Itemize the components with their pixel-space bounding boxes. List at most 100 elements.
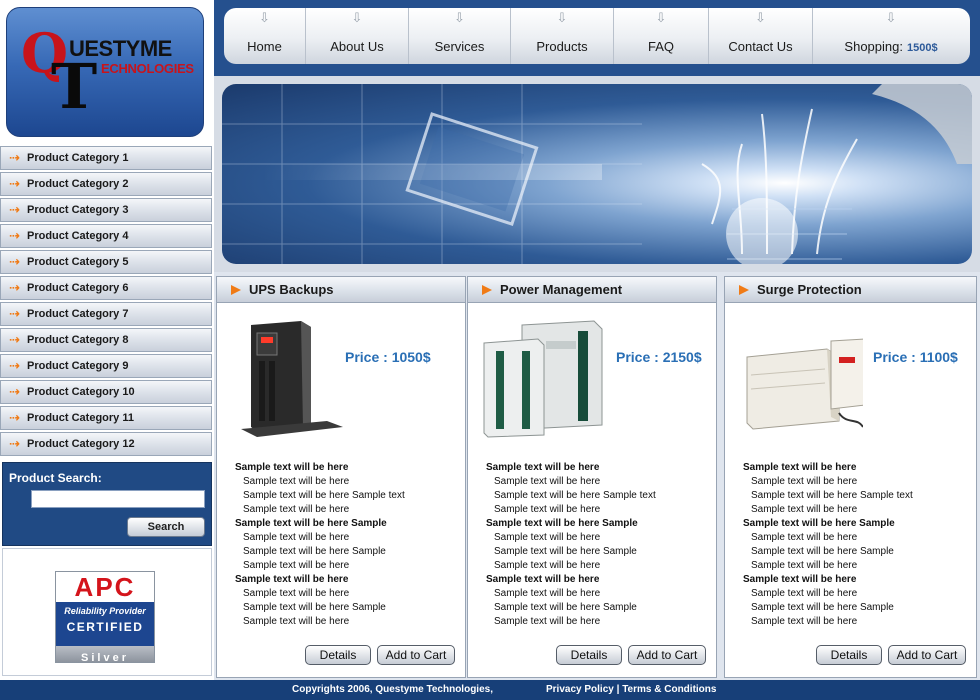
sidebar-item-category-2[interactable]: ⇢ Product Category 2 (0, 172, 212, 196)
description-line: Sample text will be here (235, 462, 349, 473)
nav-label-text: Contact Us (728, 39, 793, 54)
sidebar-item-category-11[interactable]: ⇢ Product Category 11 (0, 406, 212, 430)
nav-label: FAQ (614, 39, 708, 54)
product-title: UPS Backups (249, 282, 334, 297)
footer-separator: | (613, 684, 623, 695)
description-line: Sample text will be here Sample text (494, 490, 656, 501)
description-line: Sample text will be here Sample (751, 602, 894, 613)
badge-tagline: Reliability Provider (64, 606, 146, 616)
nav-label: Shopping: 1500$ (813, 39, 969, 54)
product-price: Price : 1050$ (345, 349, 431, 365)
arrow-right-icon: ⇢ (9, 176, 20, 192)
sidebar-item-category-8[interactable]: ⇢ Product Category 8 (0, 328, 212, 352)
sidebar-item-label: Product Category 6 (27, 282, 129, 294)
nav-label-text: FAQ (647, 39, 674, 54)
details-button[interactable]: Details (305, 645, 371, 665)
sidebar-item-category-10[interactable]: ⇢ Product Category 10 (0, 380, 212, 404)
nav-label: About Us (306, 39, 408, 54)
sidebar-item-category-5[interactable]: ⇢ Product Category 5 (0, 250, 212, 274)
sidebar-item-category-9[interactable]: ⇢ Product Category 9 (0, 354, 212, 378)
banner-frame (214, 76, 980, 272)
nav-label-text: Services (434, 39, 485, 54)
arrow-right-icon: ⇢ (9, 280, 20, 296)
sidebar-item-label: Product Category 3 (27, 204, 129, 216)
sidebar: Q UESTYME T ECHNOLOGIES ⇢ Product Categor… (0, 0, 214, 680)
description-line: Sample text will be here (494, 476, 601, 487)
download-arrow-icon: ⇩ (655, 11, 667, 26)
description-line: Sample text will be here Sample (243, 546, 386, 557)
add-to-cart-button[interactable]: Add to Cart (377, 645, 455, 665)
sidebar-item-label: Product Category 12 (27, 438, 135, 450)
footer-links: Privacy Policy | Terms & Conditions (546, 684, 716, 695)
logo[interactable]: Q UESTYME T ECHNOLOGIES (6, 7, 204, 137)
product-panel-ups: UPS Backups Price : 1050$ Sample text wi… (216, 276, 466, 678)
search-title: Product Search: (9, 471, 102, 485)
power-management-image[interactable] (482, 317, 606, 441)
product-panel-header: Surge Protection (725, 277, 976, 303)
sidebar-item-category-12[interactable]: ⇢ Product Category 12 (0, 432, 212, 456)
apc-logo: APC (74, 572, 136, 602)
details-button[interactable]: Details (816, 645, 882, 665)
description-line: Sample text will be here (243, 504, 350, 515)
arrow-right-icon: ⇢ (9, 202, 20, 218)
product-description: Sample text will be here Sample text will… (743, 461, 969, 629)
arrow-right-icon: ⇢ (9, 150, 20, 166)
description-line: Sample text will be here (751, 616, 858, 627)
logo-word-bottom: ECHNOLOGIES (101, 61, 194, 76)
nav-item-contact-us[interactable]: ⇩ Contact Us (709, 8, 813, 64)
arrow-right-icon: ⇢ (9, 358, 20, 374)
description-line: Sample text will be here Sample (751, 546, 894, 557)
description-line: Sample text will be here (494, 532, 601, 543)
product-price: Price : 1100$ (873, 349, 958, 365)
product-panel-header: Power Management (468, 277, 716, 303)
description-line: Sample text will be here (243, 616, 350, 627)
arrow-right-icon: ⇢ (9, 436, 20, 452)
nav-item-services[interactable]: ⇩ Services (409, 8, 511, 64)
nav-label: Contact Us (709, 39, 812, 54)
hero-banner (222, 84, 972, 264)
description-line: Sample text will be here (743, 574, 857, 585)
arrow-right-icon: ⇢ (9, 254, 20, 270)
surge-protection-image[interactable] (739, 317, 863, 441)
product-title: Surge Protection (757, 282, 862, 297)
nav-item-about-us[interactable]: ⇩ About Us (306, 8, 409, 64)
download-arrow-icon: ⇩ (454, 11, 465, 26)
nav-label: Home (224, 39, 305, 54)
sidebar-item-label: Product Category 4 (27, 230, 129, 242)
details-button[interactable]: Details (556, 645, 622, 665)
sidebar-item-label: Product Category 5 (27, 256, 129, 268)
description-line: Sample text will be here (494, 616, 601, 627)
nav-label-text: Products (536, 39, 588, 54)
description-line: Sample text will be here Sample (235, 518, 387, 529)
sidebar-item-category-7[interactable]: ⇢ Product Category 7 (0, 302, 212, 326)
download-arrow-icon: ⇩ (885, 11, 897, 26)
hero-banner-art (222, 84, 972, 264)
sidebar-item-category-3[interactable]: ⇢ Product Category 3 (0, 198, 212, 222)
nav-item-faq[interactable]: ⇩ FAQ (614, 8, 709, 64)
add-to-cart-button[interactable]: Add to Cart (888, 645, 966, 665)
search-button[interactable]: Search (127, 517, 205, 537)
sidebar-item-category-6[interactable]: ⇢ Product Category 6 (0, 276, 212, 300)
nav-item-home[interactable]: ⇩ Home (224, 8, 306, 64)
description-line: Sample text will be here Sample (494, 602, 637, 613)
nav-item-shopping[interactable]: ⇩ Shopping: 1500$ (813, 8, 969, 64)
product-title: Power Management (500, 282, 623, 297)
description-line: Sample text will be here (243, 532, 350, 543)
sidebar-item-label: Product Category 11 (27, 412, 134, 424)
nav-item-products[interactable]: ⇩ Products (511, 8, 614, 64)
description-line: Sample text will be here (751, 588, 858, 599)
logo-letter-t: T (51, 50, 98, 123)
description-line: Sample text will be here (751, 504, 858, 515)
add-to-cart-button[interactable]: Add to Cart (628, 645, 706, 665)
sidebar-item-category-1[interactable]: ⇢ Product Category 1 (0, 146, 212, 170)
privacy-policy-link[interactable]: Privacy Policy (546, 684, 614, 695)
product-panel-power-management: Power Management Price : 2150$ Sample te… (467, 276, 717, 678)
nav-label-text: About Us (330, 39, 384, 54)
terms-link[interactable]: Terms & Conditions (622, 684, 716, 695)
search-input[interactable] (31, 490, 205, 508)
download-arrow-icon: ⇩ (259, 11, 270, 26)
ups-backup-image[interactable] (231, 317, 349, 441)
description-line: Sample text will be here (486, 574, 600, 585)
sidebar-item-category-4[interactable]: ⇢ Product Category 4 (0, 224, 212, 248)
arrow-right-icon: ⇢ (9, 332, 20, 348)
